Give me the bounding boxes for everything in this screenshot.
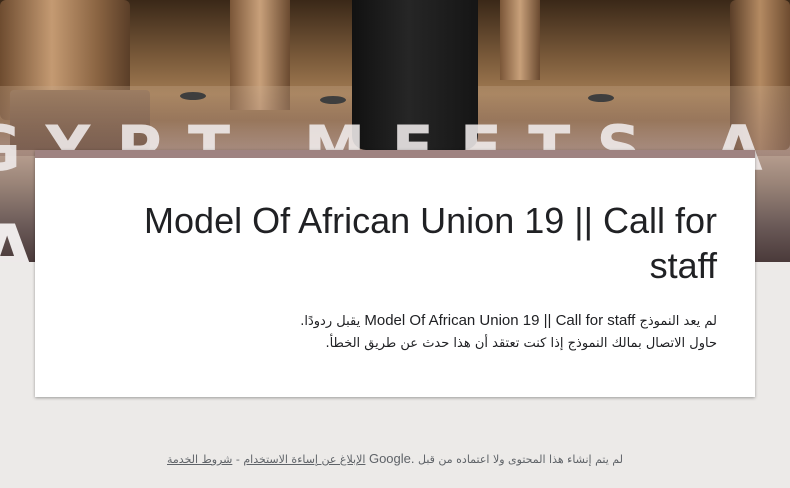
closed-line: لم يعد النموذج Model Of African Union 19… — [67, 310, 717, 333]
accent-bar — [35, 150, 755, 158]
report-abuse-link[interactable]: الإبلاغ عن إساءة الاستخدام — [243, 453, 365, 466]
rock — [588, 94, 614, 102]
terms-of-service-link[interactable]: شروط الخدمة — [167, 453, 232, 466]
rock — [320, 96, 346, 104]
closed-form-name: Model Of African Union 19 || Call for st… — [364, 312, 636, 329]
closed-prefix: لم يعد النموذج — [639, 314, 718, 329]
contact-owner-line: حاول الاتصال بمالك النموذج إذا كنت تعتقد… — [325, 336, 717, 351]
rock — [180, 92, 206, 100]
form-closed-card: Model Of African Union 19 || Call for st… — [35, 150, 755, 397]
footer: لم يتم إنشاء هذا المحتوى ولا اعتماده من … — [0, 451, 790, 466]
google-label: Google. — [368, 451, 415, 466]
form-closed-message: لم يعد النموذج Model Of African Union 19… — [67, 310, 717, 355]
closed-suffix: يقبل ردودًا. — [300, 314, 361, 329]
pillar-right — [500, 0, 540, 80]
footer-separator: - — [235, 453, 240, 466]
footer-disclaimer: لم يتم إنشاء هذا المحتوى ولا اعتماده من … — [418, 453, 623, 466]
form-title: Model Of African Union 19 || Call for st… — [144, 200, 717, 286]
